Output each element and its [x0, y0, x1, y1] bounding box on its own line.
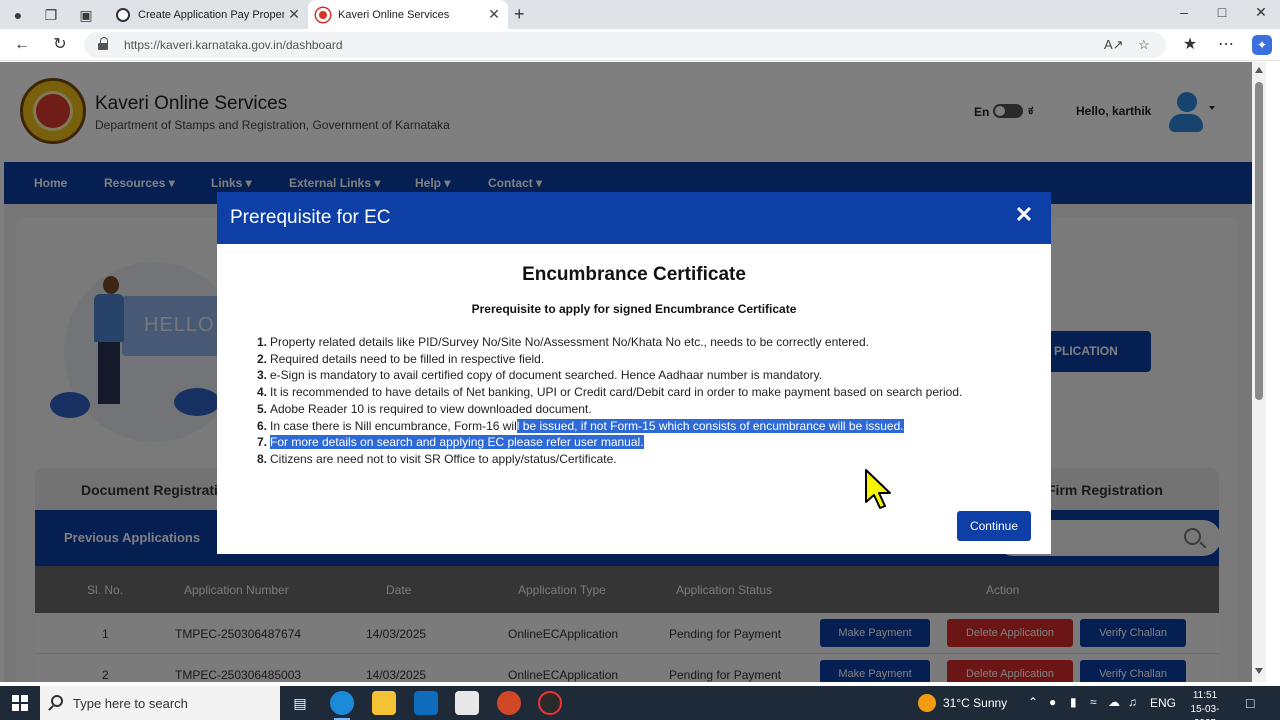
url-field[interactable]: https://kaveri.karnataka.gov.in/dashboar… [84, 32, 1166, 58]
workspaces-icon[interactable]: ❐ [42, 6, 60, 24]
profile-icon[interactable]: ● [9, 6, 27, 24]
browser-tab-bar: ● ❐ ▣ Create Application Pay Property T … [0, 0, 1280, 29]
tab-title: Kaveri Online Services [338, 8, 450, 21]
list-item: 8. Citizens are need not to visit SR Offi… [257, 451, 617, 466]
outlook-icon[interactable] [414, 691, 438, 715]
taskbar-search-placeholder: Type here to search [73, 696, 188, 711]
lock-icon[interactable] [98, 37, 110, 51]
file-explorer-icon[interactable] [372, 691, 396, 715]
tab-kaveri[interactable]: Kaveri Online Services ✕ [308, 0, 508, 29]
copilot-icon[interactable]: ✦ [1252, 35, 1272, 55]
list-item: 4. It is recommended to have details of N… [257, 385, 963, 400]
taskbar-search-input[interactable]: Type here to search [40, 686, 280, 720]
window-close-icon[interactable]: ✕ [1251, 4, 1271, 21]
microphone-icon[interactable]: ● [1049, 695, 1056, 709]
read-aloud-icon[interactable]: A↗ [1104, 37, 1124, 53]
powerpoint-icon[interactable] [497, 691, 521, 715]
clock-time: 11:51 [1192, 690, 1218, 701]
tab-close-icon[interactable]: ✕ [484, 6, 504, 23]
weather-text[interactable]: 31°C Sunny [943, 696, 1007, 710]
list-item: 1. Property related details like PID/Surv… [257, 335, 869, 349]
list-item: 7. For more details on search and applyin… [257, 435, 644, 450]
modal-close-icon[interactable]: ✕ [1013, 204, 1035, 226]
edge-browser-icon[interactable] [330, 691, 354, 720]
scroll-up-icon[interactable] [1255, 67, 1263, 73]
tab-title: Create Application Pay Property T [138, 8, 284, 21]
scrollbar-thumb[interactable] [1255, 82, 1263, 400]
prerequisite-list: 1. Property related details like PID/Surv… [257, 334, 1017, 468]
mouse-pointer-icon [865, 469, 891, 509]
favorite-star-icon[interactable]: ☆ [1138, 37, 1150, 53]
store-icon[interactable] [455, 691, 479, 715]
list-item: 3. e-Sign is mandatory to avail certified… [257, 368, 823, 383]
clock-date: 15-03-2025 [1190, 704, 1220, 720]
modal-header: Prerequisite for EC ✕ [217, 192, 1051, 244]
notifications-icon[interactable]: □ [1246, 695, 1254, 711]
windows-start-icon[interactable] [12, 695, 28, 711]
tab-favicon-icon [116, 7, 130, 22]
certificate-subtitle: Prerequisite to apply for signed Encumbr… [471, 302, 797, 316]
maximize-icon[interactable]: □ [1212, 4, 1232, 20]
windows-taskbar: Type here to search ▤ 31°C Sunny ⌃ ● ▮ ≈… [0, 686, 1280, 720]
certificate-title: Encumbrance Certificate [522, 264, 746, 285]
app-icon[interactable] [538, 691, 562, 715]
clock[interactable]: 11:51 15-03-2025 [1180, 689, 1230, 720]
refresh-icon[interactable]: ↻ [50, 35, 70, 55]
tab-create-application[interactable]: Create Application Pay Property T ✕ [108, 0, 308, 29]
list-item: 5. Adobe Reader 10 is required to view do… [257, 401, 592, 416]
volume-icon[interactable]: ♫ [1128, 695, 1137, 709]
tray-chevron-up-icon[interactable]: ⌃ [1028, 695, 1038, 709]
minimize-icon[interactable]: – [1174, 4, 1194, 20]
selected-text: For more details on search and applying … [270, 435, 644, 450]
address-bar-row: ← ↻ https://kaveri.karnataka.gov.in/dash… [0, 29, 1280, 61]
network-icon[interactable]: ≈ [1090, 695, 1097, 709]
list-item: 2. Required details need to be filled in … [257, 351, 545, 366]
vertical-tabs-icon[interactable]: ▣ [77, 6, 95, 24]
favorites-icon[interactable]: ★ [1180, 35, 1200, 55]
new-tab-icon[interactable]: + [514, 4, 525, 25]
battery-icon[interactable]: ▮ [1070, 695, 1077, 709]
prerequisite-ec-modal: Prerequisite for EC ✕ Encumbrance Certif… [217, 192, 1051, 554]
selected-text: l be issued, if not Form-15 which consis… [516, 418, 904, 433]
more-menu-icon[interactable]: ⋯ [1216, 35, 1236, 55]
kaveri-favicon-icon [316, 7, 330, 22]
modal-title: Prerequisite for EC [230, 207, 391, 228]
tab-close-icon[interactable]: ✕ [284, 6, 304, 23]
onedrive-icon[interactable]: ☁ [1108, 695, 1120, 709]
list-item: 6. In case there is Nill encumbrance, For… [257, 418, 904, 433]
weather-sun-icon[interactable] [918, 694, 936, 712]
task-view-icon[interactable]: ▤ [288, 691, 312, 715]
scroll-down-icon[interactable] [1255, 668, 1263, 674]
language-indicator[interactable]: ENG [1150, 696, 1176, 710]
page-scrollbar[interactable] [1252, 62, 1266, 682]
back-arrow-icon[interactable]: ← [12, 35, 32, 55]
url-text: https://kaveri.karnataka.gov.in/dashboar… [124, 38, 343, 52]
continue-button[interactable]: Continue [957, 511, 1031, 541]
search-icon [51, 695, 63, 707]
